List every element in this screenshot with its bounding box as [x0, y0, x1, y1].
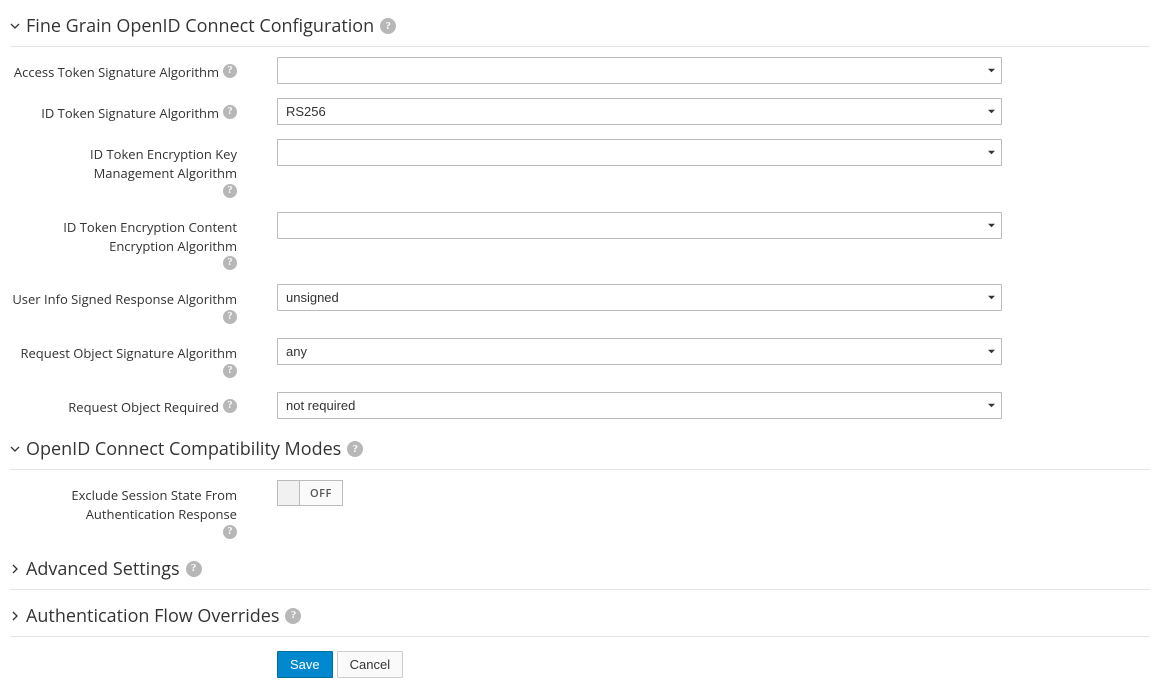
- field-label: Exclude Session State From Authenticatio…: [10, 480, 247, 539]
- field-label: Request Object Signature Algorithm ?: [10, 338, 247, 378]
- section-title: Advanced Settings: [26, 557, 180, 581]
- help-icon[interactable]: ?: [223, 399, 237, 413]
- cancel-button[interactable]: Cancel: [337, 651, 403, 678]
- section-title: Authentication Flow Overrides: [26, 604, 279, 628]
- help-icon[interactable]: ?: [223, 364, 237, 378]
- field-access-token-sig: Access Token Signature Algorithm ?: [10, 57, 1150, 84]
- select-id-token-enc-key[interactable]: [277, 139, 1002, 166]
- section-header-advanced[interactable]: Advanced Settings ?: [10, 553, 1150, 590]
- field-label: ID Token Encryption Content Encryption A…: [10, 212, 247, 271]
- help-icon[interactable]: ?: [347, 441, 363, 457]
- chevron-right-icon: [10, 611, 24, 621]
- section-auth-flow: Authentication Flow Overrides ?: [10, 600, 1150, 637]
- select-user-info-signed[interactable]: unsigned: [277, 284, 1002, 311]
- select-access-token-sig[interactable]: [277, 57, 1002, 84]
- chevron-down-icon: [10, 21, 24, 31]
- field-label: ID Token Encryption Key Management Algor…: [10, 139, 247, 198]
- help-icon[interactable]: ?: [223, 105, 237, 119]
- select-request-obj-sig[interactable]: any: [277, 338, 1002, 365]
- field-id-token-enc-content: ID Token Encryption Content Encryption A…: [10, 212, 1150, 271]
- form-buttons: Save Cancel: [10, 651, 1150, 678]
- help-icon[interactable]: ?: [285, 608, 301, 624]
- help-icon[interactable]: ?: [380, 18, 396, 34]
- section-fine-grain: Fine Grain OpenID Connect Configuration …: [10, 10, 1150, 419]
- toggle-exclude-session-state[interactable]: OFF: [277, 480, 343, 506]
- help-icon[interactable]: ?: [223, 184, 237, 198]
- field-label: Request Object Required ?: [10, 392, 247, 417]
- field-label: User Info Signed Response Algorithm ?: [10, 284, 247, 324]
- field-id-token-enc-key: ID Token Encryption Key Management Algor…: [10, 139, 1150, 198]
- help-icon[interactable]: ?: [223, 256, 237, 270]
- field-label: ID Token Signature Algorithm ?: [10, 98, 247, 123]
- field-label: Access Token Signature Algorithm ?: [10, 57, 247, 82]
- section-header-fine-grain[interactable]: Fine Grain OpenID Connect Configuration …: [10, 10, 1150, 47]
- chevron-right-icon: [10, 564, 24, 574]
- select-id-token-enc-content[interactable]: [277, 212, 1002, 239]
- section-title: OpenID Connect Compatibility Modes: [26, 437, 341, 461]
- section-title: Fine Grain OpenID Connect Configuration: [26, 14, 374, 38]
- select-request-obj-required[interactable]: not required: [277, 392, 1002, 419]
- toggle-state: OFF: [300, 481, 342, 505]
- field-request-obj-sig: Request Object Signature Algorithm ? any: [10, 338, 1150, 378]
- section-header-auth-flow[interactable]: Authentication Flow Overrides ?: [10, 600, 1150, 637]
- toggle-handle: [278, 481, 300, 505]
- help-icon[interactable]: ?: [186, 561, 202, 577]
- field-exclude-session-state: Exclude Session State From Authenticatio…: [10, 480, 1150, 539]
- section-header-compat-modes[interactable]: OpenID Connect Compatibility Modes ?: [10, 433, 1150, 470]
- section-advanced: Advanced Settings ?: [10, 553, 1150, 590]
- field-id-token-sig: ID Token Signature Algorithm ? RS256: [10, 98, 1150, 125]
- section-compat-modes: OpenID Connect Compatibility Modes ? Exc…: [10, 433, 1150, 539]
- save-button[interactable]: Save: [277, 651, 333, 678]
- field-request-obj-required: Request Object Required ? not required: [10, 392, 1150, 419]
- help-icon[interactable]: ?: [223, 310, 237, 324]
- select-id-token-sig[interactable]: RS256: [277, 98, 1002, 125]
- help-icon[interactable]: ?: [223, 525, 237, 539]
- chevron-down-icon: [10, 444, 24, 454]
- field-user-info-signed: User Info Signed Response Algorithm ? un…: [10, 284, 1150, 324]
- help-icon[interactable]: ?: [223, 64, 237, 78]
